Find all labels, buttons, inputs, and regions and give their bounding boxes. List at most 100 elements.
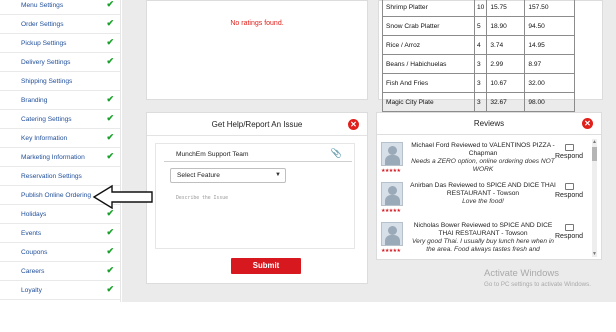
watermark-title: Activate Windows bbox=[484, 268, 559, 279]
reviews-panel: Reviews ✕ ★★★★★ Michael Ford Reviewed to… bbox=[376, 112, 602, 260]
help-form: MunchEm Support Team 📎 Select Feature ▼ … bbox=[155, 143, 355, 274]
app-root: Menu Settings ✔ Order Settings ✔ Pickup … bbox=[0, 0, 616, 332]
item-price: 32.67 bbox=[486, 92, 526, 112]
item-total: 98.00 bbox=[524, 92, 576, 112]
sidebar-item-label: Publish Online Ordering bbox=[21, 191, 92, 199]
scroll-up-icon[interactable]: ▲ bbox=[592, 139, 597, 145]
item-price: 3.74 bbox=[486, 35, 526, 55]
item-qty: 5 bbox=[473, 16, 488, 36]
sidebar-item-shipping-settings[interactable]: Shipping Settings bbox=[0, 72, 120, 91]
sidebar-item-label: Coupons bbox=[21, 248, 48, 256]
check-icon: ✔ bbox=[106, 132, 114, 142]
item-name: Fish And Fries bbox=[382, 73, 475, 93]
no-ratings-message: No ratings found. bbox=[230, 20, 284, 27]
sidebar: Menu Settings ✔ Order Settings ✔ Pickup … bbox=[0, 0, 121, 302]
review-text: Anirban Das Reviewed to SPICE AND DICE T… bbox=[407, 182, 559, 206]
feature-select-value: Select Feature bbox=[177, 172, 220, 179]
item-name: Shrimp Platter bbox=[382, 0, 475, 17]
table-row: Magic City Plate 3 32.67 98.00 bbox=[382, 92, 576, 112]
respond-button[interactable]: Respond bbox=[555, 224, 585, 240]
sidebar-item-key-information[interactable]: Key Information ✔ bbox=[0, 129, 120, 148]
sidebar-item-pickup-settings[interactable]: Pickup Settings ✔ bbox=[0, 34, 120, 53]
review-header: Anirban Das Reviewed to SPICE AND DICE T… bbox=[410, 182, 556, 197]
item-total: 94.50 bbox=[524, 16, 576, 36]
item-price: 10.67 bbox=[486, 73, 526, 93]
review-comment: Love the food! bbox=[462, 198, 504, 205]
sidebar-item-menu-settings[interactable]: Menu Settings ✔ bbox=[0, 0, 120, 15]
sidebar-list: Menu Settings ✔ Order Settings ✔ Pickup … bbox=[0, 0, 120, 300]
menu-items-table: Shrimp Platter 10 15.75 157.50 Snow Crab… bbox=[382, 0, 576, 112]
feature-select[interactable]: Select Feature ▼ bbox=[170, 168, 286, 183]
item-qty: 3 bbox=[473, 73, 488, 93]
sidebar-item-branding[interactable]: Branding ✔ bbox=[0, 91, 120, 110]
sidebar-item-careers[interactable]: Careers ✔ bbox=[0, 262, 120, 281]
help-report-panel: Get Help/Report An Issue ✕ MunchEm Suppo… bbox=[146, 112, 368, 284]
item-total: 14.95 bbox=[524, 35, 576, 55]
sidebar-item-label: Branding bbox=[21, 96, 48, 104]
reviews-scrollbar[interactable]: ▲ ▼ bbox=[592, 139, 597, 257]
sidebar-item-label: Careers bbox=[21, 267, 45, 275]
sidebar-item-coupons[interactable]: Coupons ✔ bbox=[0, 243, 120, 262]
scroll-down-icon[interactable]: ▼ bbox=[592, 251, 597, 257]
sidebar-item-label: Holidays bbox=[21, 210, 47, 218]
sidebar-item-order-settings[interactable]: Order Settings ✔ bbox=[0, 15, 120, 34]
avatar bbox=[381, 182, 403, 206]
sidebar-item-label: Catering Settings bbox=[21, 115, 72, 123]
item-qty: 3 bbox=[473, 92, 488, 112]
table-row: Beans / Habichuelas 3 2.99 8.97 bbox=[382, 54, 576, 74]
item-qty: 3 bbox=[473, 54, 488, 74]
review-text: Michael Ford Reviewed to VALENTINOS PIZZ… bbox=[407, 142, 559, 174]
reviews-header: Reviews ✕ bbox=[377, 113, 601, 135]
avatar bbox=[381, 222, 403, 246]
review-comment: Very good Thai. I usually buy lunch here… bbox=[412, 238, 554, 253]
reviews-title: Reviews bbox=[473, 119, 505, 128]
sidebar-item-label: Marketing Information bbox=[21, 153, 85, 161]
close-icon[interactable]: ✕ bbox=[348, 119, 359, 130]
item-name: Magic City Plate bbox=[382, 92, 475, 112]
support-team-name: MunchEm Support Team bbox=[176, 151, 249, 158]
item-price: 18.90 bbox=[486, 16, 526, 36]
check-icon: ✔ bbox=[106, 0, 114, 9]
sidebar-item-delivery-settings[interactable]: Delivery Settings ✔ bbox=[0, 53, 120, 72]
chat-icon bbox=[565, 144, 574, 151]
table-row: Rice / Arroz 4 3.74 14.95 bbox=[382, 35, 576, 55]
sidebar-item-catering-settings[interactable]: Catering Settings ✔ bbox=[0, 110, 120, 129]
item-name: Rice / Arroz bbox=[382, 35, 475, 55]
submit-button[interactable]: Submit bbox=[231, 258, 301, 274]
activate-windows-watermark: Activate Windows Go to PC settings to ac… bbox=[484, 268, 591, 288]
rating-stars-icon: ★★★★★ bbox=[381, 208, 401, 214]
sidebar-item-label: Loyalty bbox=[21, 286, 42, 294]
sidebar-item-loyalty[interactable]: Loyalty ✔ bbox=[0, 281, 120, 300]
respond-button[interactable]: Respond bbox=[555, 183, 585, 199]
sidebar-item-events[interactable]: Events ✔ bbox=[0, 224, 120, 243]
respond-label: Respond bbox=[555, 153, 584, 160]
sidebar-item-label: Events bbox=[21, 229, 42, 237]
sidebar-item-label: Shipping Settings bbox=[21, 77, 73, 85]
check-icon: ✔ bbox=[106, 94, 114, 104]
sidebar-item-label: Key Information bbox=[21, 134, 68, 142]
respond-button[interactable]: Respond bbox=[555, 144, 585, 160]
divider bbox=[147, 135, 367, 136]
review-header: Michael Ford Reviewed to VALENTINOS PIZZ… bbox=[411, 142, 555, 157]
issue-description-input[interactable]: Describe the Issue bbox=[176, 196, 228, 201]
chat-icon bbox=[565, 183, 574, 190]
table-row: Fish And Fries 3 10.67 32.00 bbox=[382, 73, 576, 93]
review-header: Nicholas Bower Reviewed to SPICE AND DIC… bbox=[413, 222, 553, 237]
rating-stars-icon: ★★★★★ bbox=[381, 168, 401, 174]
scrollbar-thumb[interactable] bbox=[592, 147, 597, 161]
list-item: ★★★★★ Nicholas Bower Reviewed to SPICE A… bbox=[381, 221, 591, 257]
sidebar-item-label: Delivery Settings bbox=[21, 58, 71, 66]
paperclip-icon[interactable]: 📎 bbox=[331, 148, 342, 159]
ratings-panel: No ratings found. bbox=[146, 0, 368, 100]
table-row: Shrimp Platter 10 15.75 157.50 bbox=[382, 0, 576, 17]
rating-stars-icon: ★★★★★ bbox=[381, 248, 401, 254]
close-icon[interactable]: ✕ bbox=[582, 118, 593, 129]
item-total: 157.50 bbox=[524, 0, 576, 17]
respond-label: Respond bbox=[555, 233, 584, 240]
watermark-subtitle: Go to PC settings to activate Windows. bbox=[484, 281, 591, 288]
check-icon: ✔ bbox=[106, 56, 114, 66]
list-item: ★★★★★ Michael Ford Reviewed to VALENTINO… bbox=[381, 141, 591, 177]
item-total: 32.00 bbox=[524, 73, 576, 93]
sidebar-item-marketing-information[interactable]: Marketing Information ✔ bbox=[0, 148, 120, 167]
item-name: Snow Crab Platter bbox=[382, 16, 475, 36]
